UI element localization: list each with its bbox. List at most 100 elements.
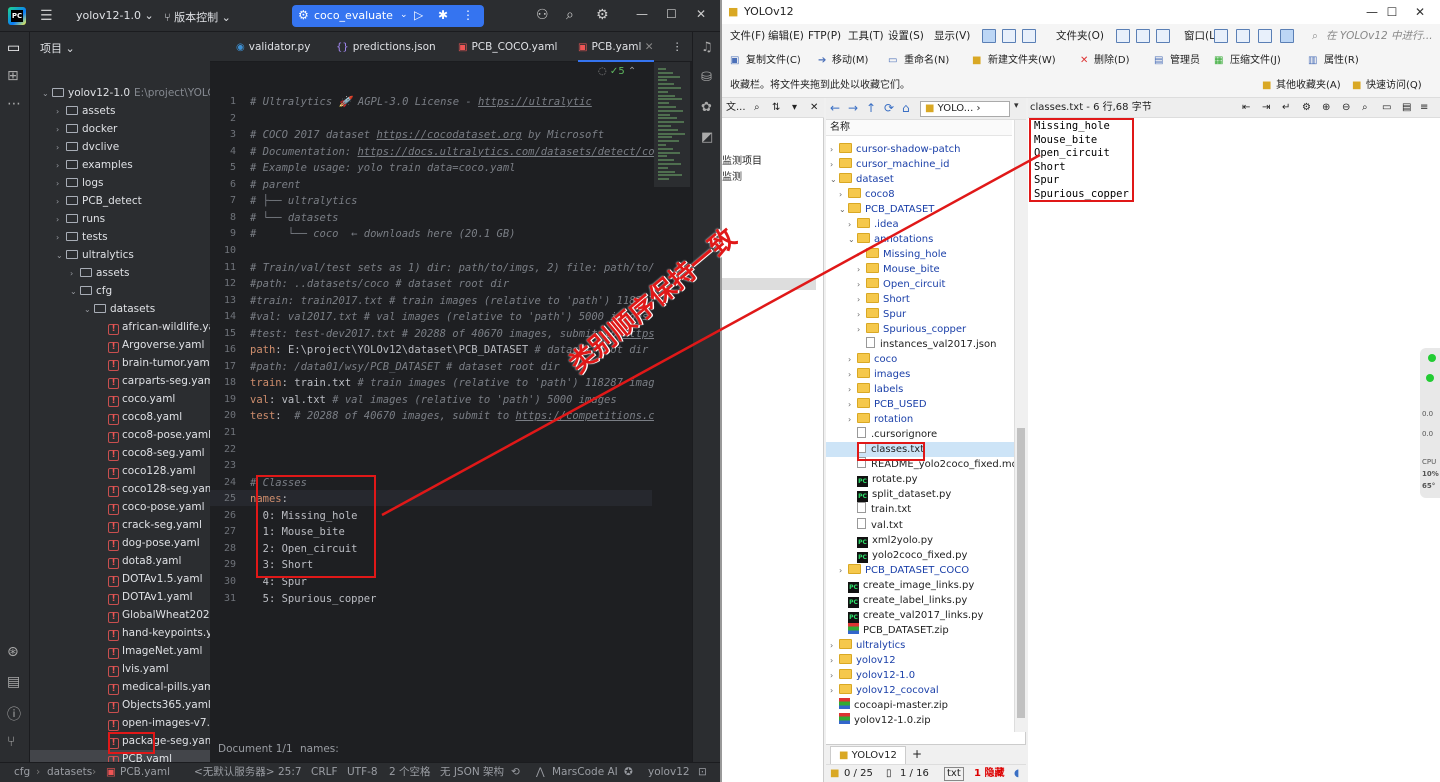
pane-layout-icon[interactable] [1214,29,1228,43]
explorer-file[interactable]: PCcreate_val2017_links.py [826,608,1014,623]
status-server[interactable]: <无默认服务器> [194,763,275,781]
scrollbar-thumb[interactable] [1017,428,1025,718]
tree-file[interactable]: !coco8-pose.yaml [30,426,210,444]
code-line[interactable]: test: # 20288 of 40670 images, submit to… [250,408,654,425]
tree-folder[interactable]: ›assets [30,264,210,282]
status-encoding[interactable]: UTF-8 [347,763,378,781]
chevron-right-icon[interactable]: › [848,412,857,427]
explorer-folder[interactable]: ›coco8 [826,187,1014,202]
tree-file[interactable]: !coco-pose.yaml [30,498,210,516]
tree-folder[interactable]: ⌄cfg [30,282,210,300]
editor-tab[interactable]: ▣PCB.yaml ✕ [578,32,654,62]
editor-tab[interactable]: ◉validator.py [236,32,310,62]
up-icon[interactable]: ↑ [866,101,876,115]
more-tools-icon[interactable]: ⋯ [7,96,21,112]
status-path-file[interactable]: PCB.yaml [120,763,170,781]
chevron-right-icon[interactable]: › [857,307,866,322]
explorer-file[interactable]: train.txt [826,502,1014,517]
tree-folder[interactable]: ›docker [30,120,210,138]
explorer-folder[interactable]: ›ultralytics [826,638,1014,653]
more-icon[interactable]: ⋮ [462,8,474,22]
menu-view[interactable]: 显示(V) [934,24,970,48]
menu-ftp[interactable]: FTP(P) [808,24,841,48]
explorer-folder[interactable]: ›Short [826,292,1014,307]
chevron-right-icon[interactable]: › [830,157,839,172]
dropdown-icon[interactable]: ▾ [1014,101,1019,111]
tree-file[interactable]: !DOTAv1.5.yaml [30,570,210,588]
chevron-down-icon[interactable]: ⌄ [830,172,839,187]
tree-folder[interactable]: ⌄ultralytics [30,246,210,264]
database-icon[interactable]: ⛁ [701,70,712,85]
chevron-down-icon[interactable]: ⌄ [42,85,52,103]
other-favorites-button[interactable]: 其他收藏夹(A) [1276,74,1341,98]
code-line[interactable]: 5: Spurious_copper [250,591,376,608]
wrap-icon[interactable]: ↵ [1282,98,1290,118]
code-line[interactable]: # Example usage: yolo train data=coco.ya… [250,160,516,177]
tree-folder[interactable]: ›tests [30,228,210,246]
code-line[interactable]: train: train.txt # train images (relativ… [250,375,654,392]
explorer-folder[interactable]: ⌄PCB_DATASET [826,202,1014,217]
explorer-file[interactable]: PCcreate_label_links.py [826,593,1014,608]
extension-filter[interactable]: txt [944,767,964,781]
tree-folder[interactable]: ⌄datasets [30,300,210,318]
chevron-right-icon[interactable]: › [857,277,866,292]
chevron-right-icon[interactable]: › [848,367,857,382]
code-line[interactable]: # COCO 2017 dataset https://cocodataset.… [250,127,604,144]
tree-file[interactable]: !ImageNet.yaml [30,642,210,660]
add-user-icon[interactable]: ⚇ [536,7,549,23]
status-indent[interactable]: 2 个空格 [389,763,431,781]
move-button[interactable]: 移动(M) [832,48,868,74]
tree-file[interactable]: !dog-pose.yaml [30,534,210,552]
sciview-icon[interactable]: ◩ [701,130,713,145]
tree-file[interactable]: !medical-pills.yaml [30,678,210,696]
properties-button[interactable]: 属性(R) [1324,48,1359,74]
tree-folder[interactable]: ⌄yolov12-1.0E:\project\YOLOv [30,84,210,102]
tree-file[interactable]: !hand-keypoints.y [30,624,210,642]
tree-file[interactable]: !crack-seg.yaml [30,516,210,534]
code-line[interactable]: # Documentation: https://docs.ultralytic… [250,144,654,161]
tree-file[interactable]: !coco.yaml [30,390,210,408]
tree-file[interactable]: !lvis.yaml [30,660,210,678]
tree-file[interactable]: !coco128-seg.yam [30,480,210,498]
project-folder-icon[interactable]: ▭ [7,40,20,56]
vcs-menu[interactable]: ⑂ 版本控制 ⌄ [164,9,231,25]
find-icon[interactable]: ⌕ [1362,98,1368,118]
code-line[interactable]: # ├── ultralytics [250,193,357,210]
chevron-right-icon[interactable]: › [857,292,866,307]
explorer-folder[interactable]: ›Spurious_copper [826,322,1014,337]
ai-assistant-icon[interactable]: ✿ [701,100,712,115]
chevron-right-icon[interactable]: › [848,397,857,412]
menu-edit[interactable]: 编辑(E) [768,24,804,48]
explorer-folder[interactable]: ›Open_circuit [826,277,1014,292]
chevron-right-icon[interactable]: › [56,139,66,157]
menu-tools[interactable]: 工具(T) [848,24,884,48]
explorer-folder[interactable]: ›yolov12_cocoval [826,683,1014,698]
layout-icon[interactable] [1116,29,1130,43]
tree-folder[interactable]: ›assets [30,102,210,120]
status-sync-icon[interactable]: ⟲ [511,763,520,781]
tree-file[interactable]: !coco128.yaml [30,462,210,480]
explorer-folder[interactable]: ›cursor_machine_id [826,157,1014,172]
compress-button[interactable]: 压缩文件(J) [1230,48,1281,74]
explorer-folder[interactable]: ›Missing_hole [826,247,1014,262]
chevron-down-icon[interactable]: ⌄ [56,247,66,265]
system-monitor-widget[interactable]: 0.0 0.0 CPU 10% 65° [1420,348,1440,498]
yaml-key-breadcrumb[interactable]: names: [300,738,339,760]
tabs-more-icon[interactable]: ⋮ [672,32,683,62]
filter-icon[interactable]: ◖ [1014,765,1019,782]
chevron-right-icon[interactable]: › [857,322,866,337]
debug-icon[interactable]: ✱ [438,8,448,22]
code-line[interactable]: #path: ..datasets/coco # dataset root di… [250,276,509,293]
explorer-file[interactable]: PCcreate_image_links.py [826,578,1014,593]
chevron-down-icon[interactable]: ⌄ [839,202,848,217]
chevron-right-icon[interactable]: › [839,563,848,578]
view-details-icon[interactable] [982,29,996,43]
chevron-right-icon[interactable]: › [70,265,80,283]
tree-folder[interactable]: ›dvclive [30,138,210,156]
new-folder-button[interactable]: 新建文件夹(W) [988,48,1056,74]
explorer-folder[interactable]: ›Spur [826,307,1014,322]
tree-file[interactable]: !african-wildlife.ya [30,318,210,336]
pane-layout-icon[interactable] [1280,29,1294,43]
tree-folder[interactable]: ›PCB_detect [30,192,210,210]
tree-file[interactable]: !carparts-seg.yam [30,372,210,390]
